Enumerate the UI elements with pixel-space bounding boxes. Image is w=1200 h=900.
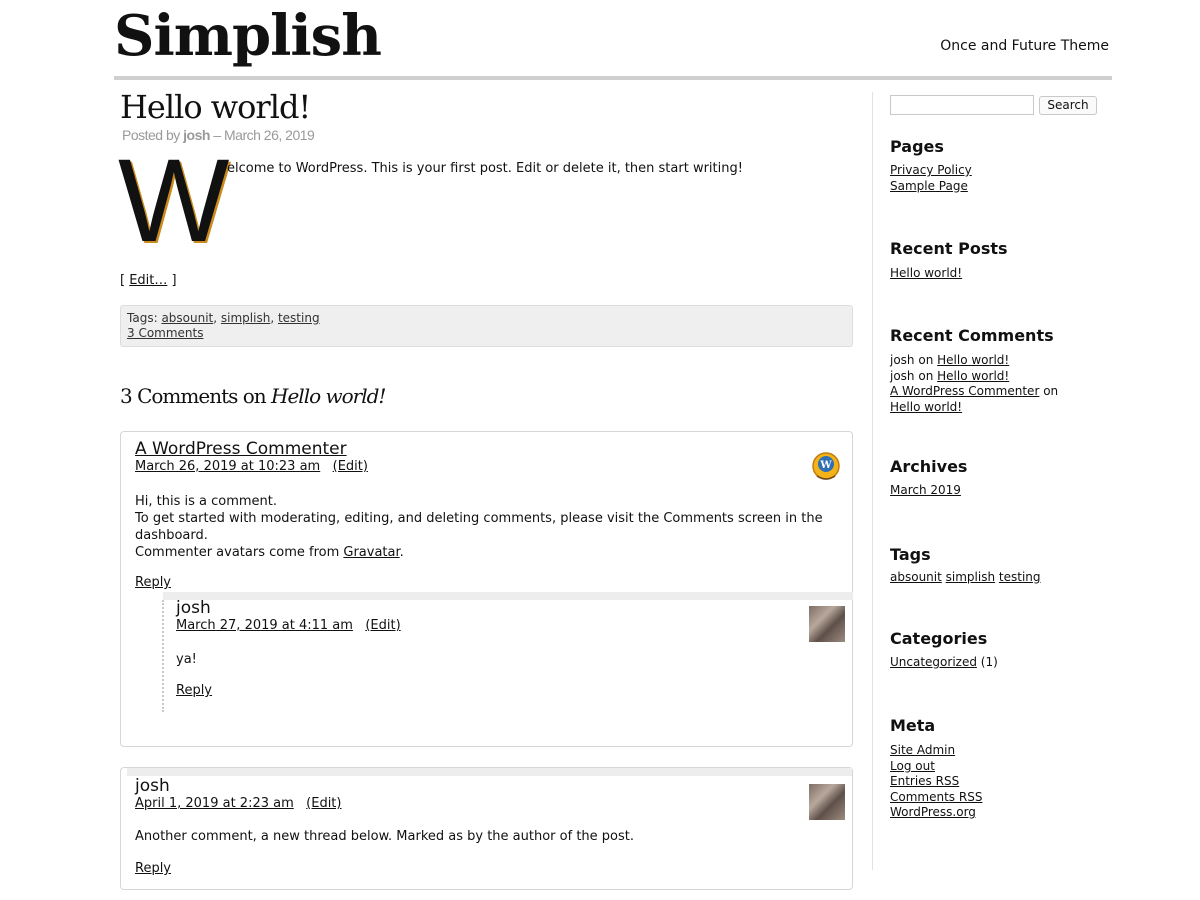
recent-comment-item: josh on Hello world! (890, 369, 1090, 385)
comment-reply-link[interactable]: Reply (135, 575, 171, 590)
nested-comment-edit-link[interactable]: (Edit) (365, 618, 400, 633)
meta-link-comments-rss[interactable]: Comments RSS (890, 790, 982, 804)
recent-comment-on: on (914, 353, 938, 367)
tag-cloud: absounit simplish testing (890, 570, 1041, 584)
comment-line: Hi, this is a comment. (135, 494, 278, 509)
post-tags: Tags: absounit, simplish, testing (127, 311, 320, 325)
category-link-uncategorized[interactable]: Uncategorized (890, 655, 977, 669)
widget-title-categories: Categories (890, 629, 988, 648)
post-edit-link[interactable]: Edit… (129, 273, 167, 288)
comment-author: josh (135, 776, 170, 796)
tag-cloud-link-absounit[interactable]: absounit (890, 570, 942, 584)
post-edit-line: [ Edit… ] (120, 273, 177, 288)
meta-link-log-out[interactable]: Log out (890, 759, 935, 773)
comments-heading-prefix: 3 Comments on (120, 384, 272, 408)
sidebar-divider (872, 92, 873, 870)
comment-line-end: . (399, 545, 404, 560)
comments-count-link[interactable]: 3 Comments (127, 326, 204, 340)
widget-title-recent-posts: Recent Posts (890, 239, 1008, 258)
post-footer-box: Tags: absounit, simplish, testing 3 Comm… (120, 305, 853, 347)
tag-cloud-link-testing[interactable]: testing (999, 570, 1041, 584)
svg-text:W: W (819, 460, 832, 471)
widget-title-recent-comments: Recent Comments (890, 326, 1054, 345)
page-link-privacy-policy[interactable]: Privacy Policy (890, 163, 972, 177)
recent-comment-item: josh on Hello world! (890, 353, 1090, 369)
site-header: Simplish Once and Future Theme (114, 0, 1112, 80)
recent-comment-post-link[interactable]: Hello world! (890, 400, 962, 414)
comment-line: Commenter avatars come from Gravatar. (135, 544, 835, 561)
recent-comment-author: josh (890, 353, 915, 367)
search-input[interactable] (890, 95, 1034, 115)
recent-comment-author: josh (890, 368, 915, 383)
comment-body: Hi, this is a comment. To get started wi… (135, 493, 835, 561)
widget-title-pages: Pages (890, 137, 944, 156)
search-button[interactable]: Search (1039, 96, 1097, 115)
meta-list: Site Admin Log out Entries RSS Comments … (890, 743, 1090, 821)
comment-thread-2: josh April 1, 2019 at 2:23 am (Edit) Ano… (120, 767, 853, 890)
nested-comment-reply-link[interactable]: Reply (176, 683, 212, 698)
recent-comments-list: josh on Hello world! josh on Hello world… (890, 353, 1090, 415)
nested-comment-author: josh (176, 598, 211, 618)
nested-comment-border (162, 600, 164, 712)
comment-edit-link[interactable]: (Edit) (333, 459, 368, 474)
categories-list: Uncategorized (1) (890, 655, 1090, 671)
post-date: March 26, 2019 (224, 127, 315, 143)
nested-comment-date-link[interactable]: March 27, 2019 at 4:11 am (176, 618, 353, 633)
site-title[interactable]: Simplish (114, 5, 382, 68)
comment-line-text: Commenter avatars come from (135, 545, 344, 560)
meta-link-entries-rss[interactable]: Entries RSS (890, 774, 959, 788)
comment-date-line: April 1, 2019 at 2:23 am (Edit) (135, 796, 341, 811)
recent-comment-post-link[interactable]: Hello world! (937, 353, 1009, 367)
comment-body: Another comment, a new thread below. Mar… (135, 829, 634, 844)
comment-date-link[interactable]: April 1, 2019 at 2:23 am (135, 796, 294, 811)
recent-comment-author-link[interactable]: A WordPress Commenter (890, 384, 1039, 398)
comment-shade (127, 768, 852, 776)
category-count: (1) (980, 655, 998, 669)
tag-link-testing[interactable]: testing (278, 311, 320, 325)
comments-heading-post: Hello world! (271, 384, 386, 408)
page-link-sample-page[interactable]: Sample Page (890, 179, 968, 193)
user-photo-avatar (809, 784, 845, 820)
comment-author-link[interactable]: A WordPress Commenter (135, 439, 347, 459)
meta-link-wordpress-org[interactable]: WordPress.org (890, 805, 976, 819)
widget-title-tags: Tags (890, 545, 931, 564)
wordpress-avatar-icon: W (812, 452, 840, 480)
recent-posts-list: Hello world! (890, 266, 1090, 282)
post-body: elcome to WordPress. This is your first … (227, 161, 743, 176)
post-title[interactable]: Hello world! (120, 88, 311, 126)
recent-comment-on: on (914, 368, 938, 383)
comment-edit-link[interactable]: (Edit) (306, 796, 341, 811)
gravatar-link[interactable]: Gravatar (343, 545, 399, 560)
tag-link-simplish[interactable]: simplish (221, 311, 270, 325)
nested-comment-shade (163, 592, 853, 600)
archive-link[interactable]: March 2019 (890, 483, 961, 497)
archives-list: March 2019 (890, 483, 1090, 499)
recent-post-link[interactable]: Hello world! (890, 266, 962, 280)
comment-reply-link[interactable]: Reply (135, 861, 171, 876)
comments-heading: 3 Comments on Hello world! (120, 384, 386, 408)
edit-bracket-open: [ (120, 273, 130, 288)
nested-comment-body: ya! (176, 652, 197, 667)
user-photo-avatar (809, 606, 845, 642)
widget-title-archives: Archives (890, 457, 968, 476)
edit-bracket-close: ] (167, 273, 177, 288)
recent-comment-on: on (1039, 384, 1059, 398)
nested-comment-date-line: March 27, 2019 at 4:11 am (Edit) (176, 618, 401, 633)
comment-date-link[interactable]: March 26, 2019 at 10:23 am (135, 459, 320, 474)
widget-title-meta: Meta (890, 716, 936, 735)
meta-link-site-admin[interactable]: Site Admin (890, 743, 955, 757)
pages-list: Privacy Policy Sample Page (890, 163, 1090, 194)
comment-thread-1: A WordPress Commenter March 26, 2019 at … (120, 431, 853, 747)
post-dropcap: W (118, 135, 230, 267)
tag-cloud-link-simplish[interactable]: simplish (946, 570, 995, 584)
page: Simplish Once and Future Theme Hello wor… (0, 0, 1200, 900)
comment-date-line: March 26, 2019 at 10:23 am (Edit) (135, 459, 368, 474)
tags-label: Tags: (127, 311, 162, 325)
site-description: Once and Future Theme (940, 38, 1109, 54)
comment-line: To get started with moderating, editing,… (135, 511, 823, 543)
recent-comment-post-link[interactable]: Hello world! (937, 369, 1009, 383)
recent-comment-item: A WordPress Commenter on Hello world! (890, 384, 1090, 415)
tag-link-absounit[interactable]: absounit (161, 311, 213, 325)
